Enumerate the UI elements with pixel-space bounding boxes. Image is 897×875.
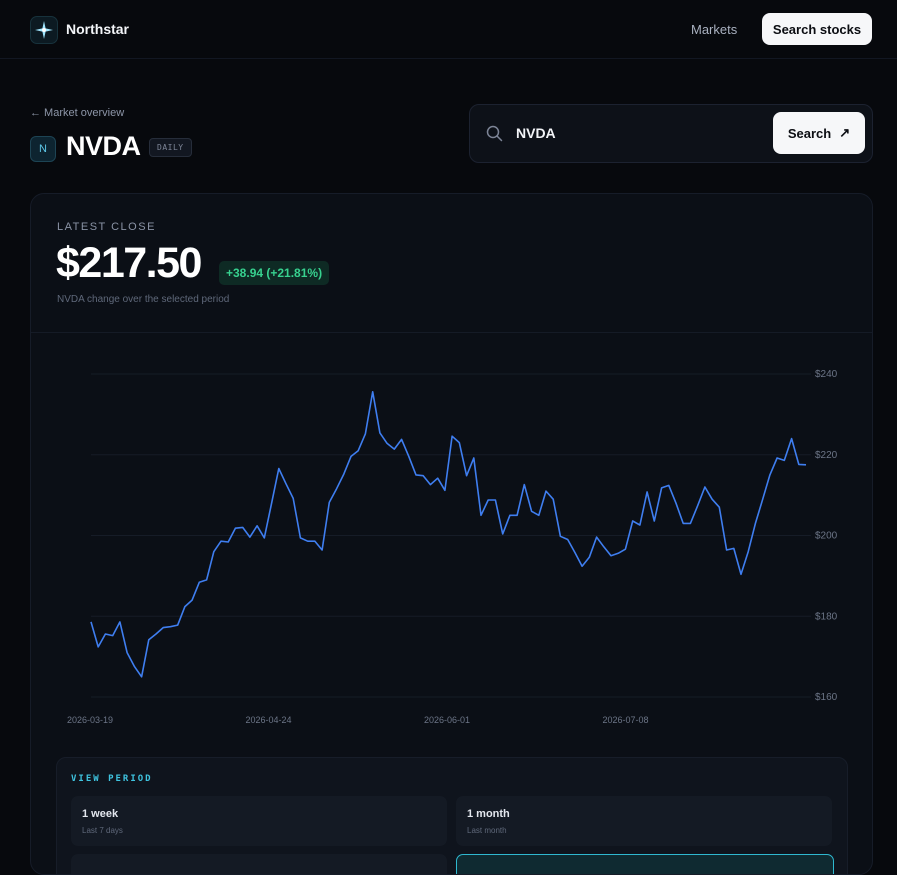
latest-close-price: $217.50 — [56, 239, 202, 287]
ticker-search-input[interactable] — [516, 123, 736, 143]
y-tick-label: $180 — [815, 611, 838, 622]
view-period-panel: VIEW PERIOD 1 week Last 7 days 1 month L… — [56, 757, 848, 874]
y-tick-label: $240 — [815, 369, 838, 380]
ticker-badge: N — [30, 136, 56, 162]
x-tick-label: 2026-03-19 — [67, 715, 113, 725]
price-card: LATEST CLOSE $217.50 +38.94 (+21.81%) NV… — [30, 193, 873, 875]
frequency-badge: DAILY — [149, 138, 192, 157]
period-option[interactable] — [71, 854, 447, 874]
latest-close-label: LATEST CLOSE — [57, 221, 156, 233]
search-button-label: Search — [787, 125, 832, 141]
star-logo-icon — [35, 21, 53, 39]
period-option-label: 1 month — [467, 808, 510, 820]
price-line-chart[interactable]: $240 $220 $200 $180 $160 2026-03-19 2026-04-24… — [31, 334, 872, 734]
y-tick-label: $160 — [815, 692, 838, 703]
brand-name[interactable]: Northstar — [66, 21, 129, 37]
period-option-1-month[interactable]: 1 month Last month — [456, 796, 832, 846]
period-option-label: 1 week — [82, 808, 119, 820]
arrow-up-right-icon: ↗ — [839, 125, 851, 140]
ticker-search-box: Search ↗ — [469, 104, 873, 163]
period-option-sub: Last month — [467, 826, 507, 835]
ticker-symbol: NVDA — [66, 131, 141, 161]
search-icon — [486, 125, 503, 142]
x-tick-label: 2026-04-24 — [245, 715, 291, 725]
price-change-badge: +38.94 (+21.81%) — [219, 261, 330, 285]
card-divider — [31, 332, 872, 333]
x-tick-label: 2026-06-01 — [424, 715, 470, 725]
search-stocks-button[interactable]: Search stocks — [762, 13, 872, 45]
period-option-selected[interactable] — [456, 854, 834, 874]
period-option-1-week[interactable]: 1 week Last 7 days — [71, 796, 447, 846]
y-tick-label: $200 — [815, 531, 838, 542]
period-change-caption: NVDA change over the selected period — [57, 294, 230, 305]
period-option-sub: Last 7 days — [82, 826, 123, 835]
top-nav: Northstar Markets Search stocks — [0, 0, 897, 59]
logo[interactable] — [30, 16, 58, 44]
search-button[interactable]: Search ↗ — [773, 112, 865, 154]
x-tick-label: 2026-07-08 — [602, 715, 648, 725]
y-tick-label: $220 — [815, 450, 838, 461]
back-to-market-overview-link[interactable]: ← Market overview — [30, 107, 124, 119]
price-series-line[interactable] — [90, 390, 807, 678]
markets-link[interactable]: Markets — [691, 22, 737, 37]
view-period-title: VIEW PERIOD — [71, 774, 153, 784]
